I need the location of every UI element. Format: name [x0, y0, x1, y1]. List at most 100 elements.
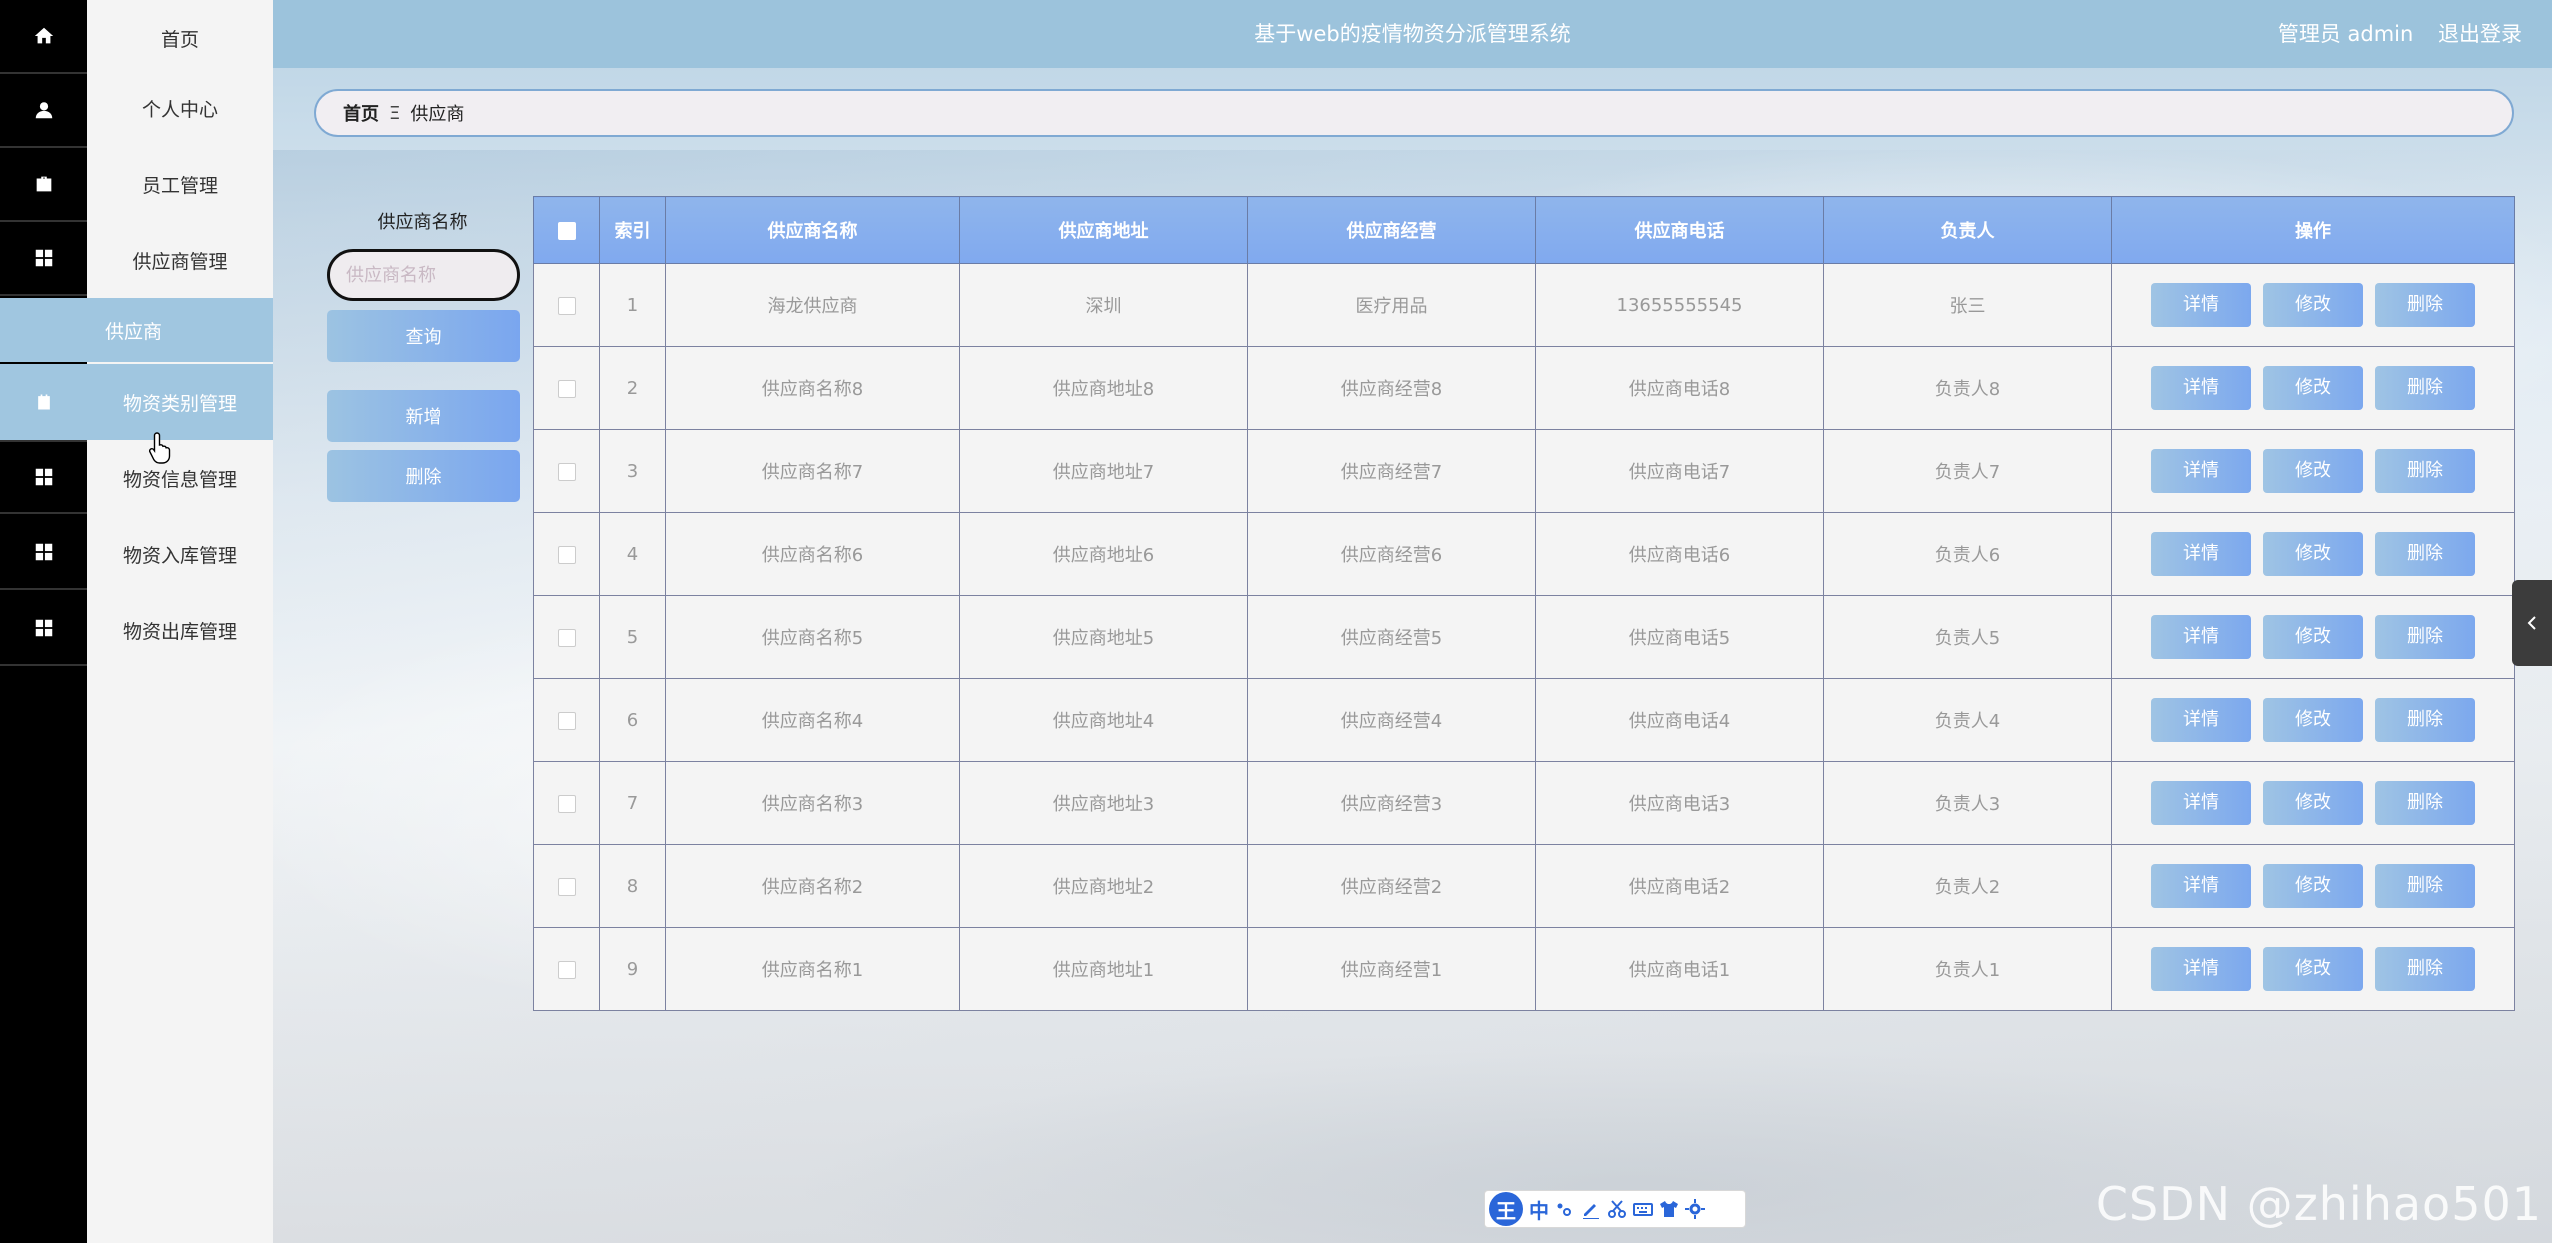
detail-button[interactable]: 详情	[2151, 366, 2251, 410]
batch-delete-button[interactable]: 删除	[327, 450, 520, 502]
skin-shirt-icon[interactable]	[1659, 1199, 1679, 1219]
delete-button[interactable]: 删除	[2375, 532, 2475, 576]
row-checkbox[interactable]	[533, 678, 600, 762]
cell-phone: 供应商电话2	[1535, 844, 1824, 928]
edit-button[interactable]: 修改	[2263, 283, 2363, 327]
punctuation-icon[interactable]	[1555, 1199, 1575, 1219]
delete-button[interactable]: 删除	[2375, 615, 2475, 659]
breadcrumb-home[interactable]: 首页	[343, 100, 379, 126]
top-header: 基于web的疫情物资分派管理系统 管理员 admin 退出登录	[273, 0, 2552, 68]
cell-name: 供应商名称6	[665, 512, 960, 596]
select-all-checkbox[interactable]	[533, 196, 600, 264]
briefcase-icon[interactable]	[0, 148, 87, 222]
row-checkbox[interactable]	[533, 512, 600, 596]
detail-button[interactable]: 详情	[2151, 698, 2251, 742]
delete-button[interactable]: 删除	[2375, 366, 2475, 410]
sidebar-item-category-mgmt[interactable]: 物资类别管理	[0, 364, 273, 440]
table-row: 8 供应商名称2 供应商地址2 供应商经营2 供应商电话2 负责人2 详情 修改 删除	[533, 844, 2515, 928]
sidebar-subitem-supplier[interactable]: 供应商	[0, 298, 273, 362]
breadcrumb: 首页 Ξ 供应商	[314, 89, 2514, 137]
header-user-area: 管理员 admin 退出登录	[2260, 0, 2522, 68]
cell-phone: 供应商电话1	[1535, 927, 1824, 1011]
cell-manager: 负责人8	[1823, 346, 2112, 430]
cell-actions: 详情 修改 删除	[2111, 429, 2515, 513]
keyboard-icon[interactable]	[1633, 1199, 1653, 1219]
edit-button[interactable]: 修改	[2263, 366, 2363, 410]
sidebar-item-material-info[interactable]: 物资信息管理	[87, 440, 273, 516]
sidebar-item-stock-in[interactable]: 物资入库管理	[87, 516, 273, 592]
query-button[interactable]: 查询	[327, 310, 520, 362]
cell-business: 供应商经营2	[1247, 844, 1536, 928]
hand-cursor-icon	[148, 432, 171, 464]
logout-link[interactable]: 退出登录	[2438, 22, 2522, 46]
cell-address: 供应商地址6	[959, 512, 1248, 596]
cell-address: 供应商地址2	[959, 844, 1248, 928]
column-header-index: 索引	[599, 196, 666, 264]
cell-index: 1	[599, 263, 666, 347]
grid-icon[interactable]	[0, 440, 87, 514]
sidebar-item-stock-out[interactable]: 物资出库管理	[87, 592, 273, 668]
cell-manager: 负责人7	[1823, 429, 2112, 513]
grid-icon[interactable]	[0, 222, 87, 296]
cell-address: 深圳	[959, 263, 1248, 347]
edit-button[interactable]: 修改	[2263, 615, 2363, 659]
user-icon[interactable]	[0, 74, 87, 148]
row-checkbox[interactable]	[533, 844, 600, 928]
edit-button[interactable]: 修改	[2263, 781, 2363, 825]
cell-business: 供应商经营6	[1247, 512, 1536, 596]
pen-icon[interactable]	[1581, 1199, 1601, 1219]
grid-icon[interactable]	[0, 592, 87, 666]
row-checkbox[interactable]	[533, 263, 600, 347]
edit-button[interactable]: 修改	[2263, 449, 2363, 493]
detail-button[interactable]: 详情	[2151, 449, 2251, 493]
sidebar-item-profile[interactable]: 个人中心	[87, 70, 273, 146]
detail-button[interactable]: 详情	[2151, 864, 2251, 908]
delete-button[interactable]: 删除	[2375, 864, 2475, 908]
ime-mode-toggle[interactable]: 中	[1529, 1195, 1549, 1224]
row-checkbox[interactable]	[533, 429, 600, 513]
cell-phone: 供应商电话4	[1535, 678, 1824, 762]
detail-button[interactable]: 详情	[2151, 947, 2251, 991]
sidebar-item-home[interactable]: 首页	[87, 0, 273, 76]
delete-button[interactable]: 删除	[2375, 283, 2475, 327]
side-panel-toggle[interactable]	[2512, 580, 2552, 666]
detail-button[interactable]: 详情	[2151, 781, 2251, 825]
row-checkbox[interactable]	[533, 346, 600, 430]
supplier-name-search-input[interactable]	[327, 249, 520, 301]
grid-icon[interactable]	[0, 516, 87, 590]
cell-business: 医疗用品	[1247, 263, 1536, 347]
cell-manager: 张三	[1823, 263, 2112, 347]
row-checkbox[interactable]	[533, 595, 600, 679]
csdn-watermark: CSDN @zhihao501	[2095, 1177, 2542, 1231]
home-icon[interactable]	[0, 0, 87, 74]
detail-button[interactable]: 详情	[2151, 283, 2251, 327]
edit-button[interactable]: 修改	[2263, 947, 2363, 991]
cell-business: 供应商经营7	[1247, 429, 1536, 513]
column-header-phone: 供应商电话	[1535, 196, 1824, 264]
table-header-row: 索引 供应商名称 供应商地址 供应商经营 供应商电话 负责人 操作	[533, 196, 2515, 264]
detail-button[interactable]: 详情	[2151, 615, 2251, 659]
delete-button[interactable]: 删除	[2375, 781, 2475, 825]
cell-address: 供应商地址3	[959, 761, 1248, 845]
cell-phone: 供应商电话8	[1535, 346, 1824, 430]
edit-button[interactable]: 修改	[2263, 532, 2363, 576]
delete-button[interactable]: 删除	[2375, 947, 2475, 991]
ime-logo[interactable]: 王	[1489, 1192, 1523, 1226]
table-row: 2 供应商名称8 供应商地址8 供应商经营8 供应商电话8 负责人8 详情 修改 删除	[533, 346, 2515, 430]
cell-manager: 负责人4	[1823, 678, 2112, 762]
edit-button[interactable]: 修改	[2263, 698, 2363, 742]
gear-icon[interactable]	[1685, 1199, 1705, 1219]
search-label: 供应商名称	[377, 212, 468, 233]
edit-button[interactable]: 修改	[2263, 864, 2363, 908]
detail-button[interactable]: 详情	[2151, 532, 2251, 576]
sidebar-item-staff[interactable]: 员工管理	[87, 146, 273, 222]
row-checkbox[interactable]	[533, 761, 600, 845]
row-checkbox[interactable]	[533, 927, 600, 1011]
delete-button[interactable]: 删除	[2375, 698, 2475, 742]
supplier-table: 索引 供应商名称 供应商地址 供应商经营 供应商电话 负责人 操作 1 海龙供应商…	[533, 196, 2515, 1011]
scissors-icon[interactable]	[1607, 1199, 1627, 1219]
add-button[interactable]: 新增	[327, 390, 520, 442]
sidebar-item-supplier-mgmt[interactable]: 供应商管理	[87, 222, 273, 298]
chevron-left-icon	[2527, 616, 2536, 630]
delete-button[interactable]: 删除	[2375, 449, 2475, 493]
